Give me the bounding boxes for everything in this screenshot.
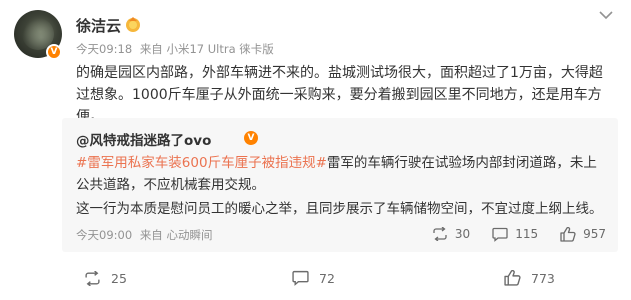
like-icon [560,226,576,242]
chevron-down-icon[interactable] [599,8,613,24]
post-actions: 25 72 773 [62,266,618,290]
hashtag-link[interactable]: #雷军用私家车装600斤车厘子被指违规# [76,155,327,171]
repost-source: 来自 心动瞬间 [139,228,213,242]
post-source: 来自 小米17 Ultra 徕卡版 [139,42,274,56]
comment-button[interactable]: 72 [292,266,335,290]
verified-badge-icon: V [46,44,62,60]
repost-card[interactable]: @风特戒指迷路了ovo V #雷军用私家车装600斤车厘子被指违规#雷军的车辆行… [62,118,618,252]
post-username[interactable]: 徐洁云 [76,15,121,36]
repost-text: #雷军用私家车装600斤车厘子被指违规#雷军的车辆行驶在试验场内部封闭道路，未上… [76,152,606,196]
repost-comment-count: 115 [515,227,539,241]
comment-count: 72 [319,270,335,286]
repost-repost-button[interactable]: 30 [432,227,470,241]
like-icon [504,270,521,286]
post-time[interactable]: 今天09:18 [76,42,132,56]
post-meta: 今天09:18 来自 小米17 Ultra 徕卡版 [76,41,278,57]
verified-badge-icon: V [244,131,258,145]
repost-button[interactable]: 25 [84,266,127,290]
like-count: 773 [531,270,555,286]
repost-comment-button[interactable]: 115 [492,227,538,242]
comment-icon [292,270,309,286]
repost-time[interactable]: 今天09:00 [76,228,132,242]
medal-icon [126,17,140,32]
repost-like-button[interactable]: 957 [560,226,606,242]
repost-meta: 今天09:00 来自 心动瞬间 [76,227,216,243]
repost-count: 25 [111,270,127,286]
repost-icon [85,270,100,286]
repost-text-second: 这一行为本质是慰问员工的暖心之举，且同步展示了车辆储物空间，不宜过度上纲上线。 [76,201,603,217]
repost-repost-count: 30 [454,227,471,241]
comment-icon [492,227,508,242]
repost-actions: 30 115 957 [410,224,606,244]
repost-like-count: 957 [583,227,606,241]
repost-username[interactable]: @风特戒指迷路了ovo [76,129,211,149]
repost-icon [433,227,447,241]
like-button[interactable]: 773 [504,266,555,290]
